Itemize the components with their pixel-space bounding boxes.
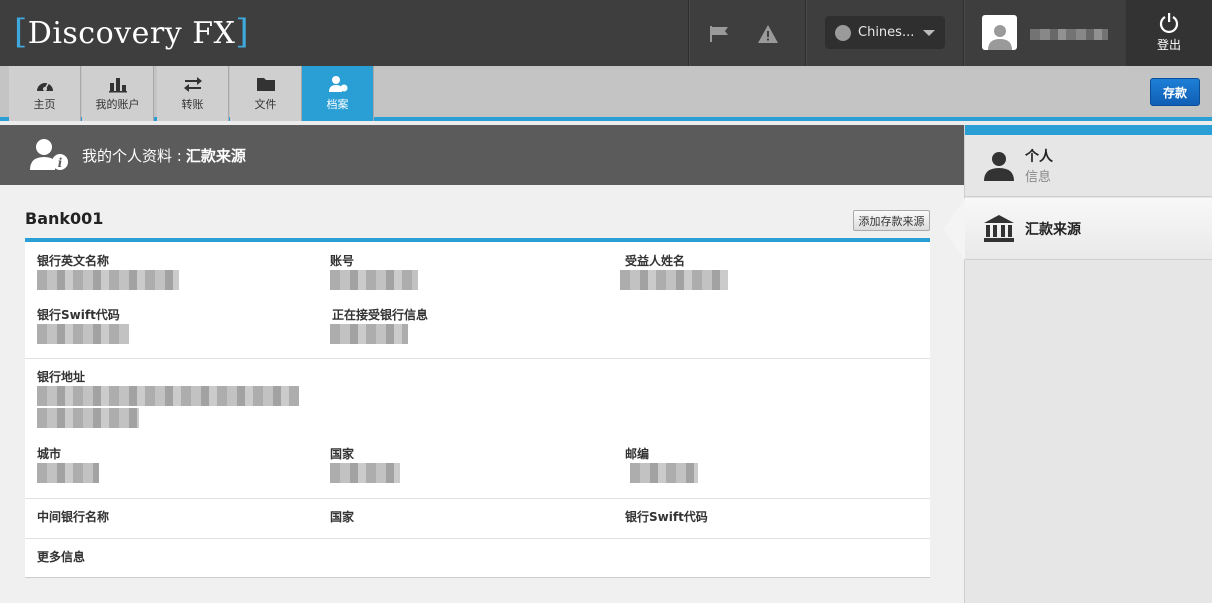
transfer-arrows-icon: [183, 77, 202, 92]
profile-info-icon: i: [30, 139, 68, 170]
field-label-intermediary-country: 国家: [330, 510, 355, 524]
field-value-redacted: [330, 463, 400, 483]
flag-icon[interactable]: [708, 22, 732, 46]
field-label-intermediary-bank: 中间银行名称: [37, 510, 110, 524]
row-divider: [25, 358, 930, 359]
folder-icon: [256, 78, 275, 91]
bank-name: Bank001: [25, 209, 104, 228]
bank-icon: [984, 214, 1014, 242]
field-value-redacted: [37, 324, 129, 344]
top-header: [Discovery FX] Chines... 登出: [0, 0, 1212, 66]
language-value: Chines...: [858, 25, 915, 40]
header-divider: [963, 0, 964, 66]
logout-label: 登出: [1156, 38, 1181, 52]
page-title-bar: i 我的个人资料 : 汇款来源: [0, 125, 964, 185]
tab-files[interactable]: 文件: [230, 66, 302, 121]
main-content: Bank001 添加存款来源 银行英文名称 账号 受益人姓名 银行Swift代码…: [0, 185, 964, 603]
logo-bracket-close: ]: [235, 12, 250, 52]
language-select[interactable]: Chines...: [825, 16, 945, 49]
field-value-redacted: [37, 386, 299, 406]
deposit-button[interactable]: 存款: [1150, 78, 1200, 106]
header-divider: [805, 0, 806, 66]
field-value-redacted: [630, 463, 698, 483]
header-divider: [688, 0, 689, 66]
logo-bracket-open: [: [14, 12, 28, 52]
tab-label: 文件: [254, 98, 277, 111]
field-label-swift: 银行Swift代码: [37, 308, 120, 322]
field-label-city: 城市: [37, 447, 62, 461]
tab-home[interactable]: 主页: [9, 66, 81, 121]
tab-my-accounts[interactable]: 我的账户: [82, 66, 154, 121]
tab-label: 档案: [326, 98, 349, 111]
row-divider: [25, 538, 930, 539]
profile-icon: [328, 76, 347, 92]
chevron-down-icon: [923, 30, 935, 36]
sidebar-item-subtitle: 信息: [1025, 170, 1052, 185]
field-value-redacted: [330, 270, 418, 290]
field-value-redacted: [37, 270, 179, 290]
svg-text:i: i: [58, 156, 63, 170]
tab-profile[interactable]: 档案: [302, 66, 374, 133]
logo-text: Discovery FX: [27, 16, 236, 51]
logo[interactable]: [Discovery FX]: [14, 12, 249, 52]
globe-icon: [835, 24, 851, 41]
page-title: 汇款来源: [185, 146, 246, 165]
tab-label: 主页: [33, 98, 56, 111]
field-value-redacted: [37, 408, 139, 428]
field-label-address: 银行地址: [37, 370, 86, 384]
bar-chart-icon: [108, 78, 127, 93]
field-value-redacted: [620, 270, 728, 290]
profile-sidebar: 个人 信息 汇款来源: [943, 125, 1212, 603]
page-title-prefix: 我的个人资料 :: [82, 146, 182, 165]
field-label-postcode: 邮编: [625, 447, 650, 461]
add-deposit-source-button[interactable]: 添加存款来源: [853, 210, 930, 231]
field-label-beneficiary: 受益人姓名: [625, 254, 686, 268]
field-label-account-no: 账号: [330, 254, 355, 268]
tab-label: 我的账户: [95, 98, 140, 111]
warning-icon[interactable]: [756, 22, 780, 46]
sidebar-item-title: 汇款来源: [1025, 221, 1081, 238]
logout-button[interactable]: 登出: [1126, 0, 1212, 66]
sidebar-accent-strip: [965, 125, 1212, 135]
dashboard-icon: [36, 81, 53, 91]
tab-label: 转账: [181, 98, 204, 111]
field-value-redacted: [37, 463, 99, 483]
username-redacted: [1030, 29, 1108, 40]
field-label-more-info: 更多信息: [37, 550, 86, 564]
power-icon: [1159, 13, 1179, 33]
person-icon: [984, 151, 1014, 181]
field-value-redacted: [330, 324, 408, 344]
main-nav: 主页 我的账户 转账 文件 档案 存款: [0, 66, 1212, 133]
sidebar-item-personal-info[interactable]: 个人 信息: [965, 135, 1212, 197]
avatar[interactable]: [982, 15, 1017, 50]
field-label-intermediary-swift: 银行Swift代码: [625, 510, 708, 524]
tab-transfer[interactable]: 转账: [157, 66, 229, 121]
field-label-country: 国家: [330, 447, 355, 461]
row-divider: [25, 498, 930, 499]
bank-details-card: 银行英文名称 账号 受益人姓名 银行Swift代码 正在接受银行信息 银行地址 …: [25, 238, 930, 578]
sidebar-item-remittance-source[interactable]: 汇款来源: [943, 198, 1212, 260]
field-label-bank-en-name: 银行英文名称: [37, 254, 110, 268]
field-label-receiving-bank: 正在接受银行信息: [332, 308, 429, 322]
sidebar-item-title: 个人: [1025, 149, 1053, 165]
